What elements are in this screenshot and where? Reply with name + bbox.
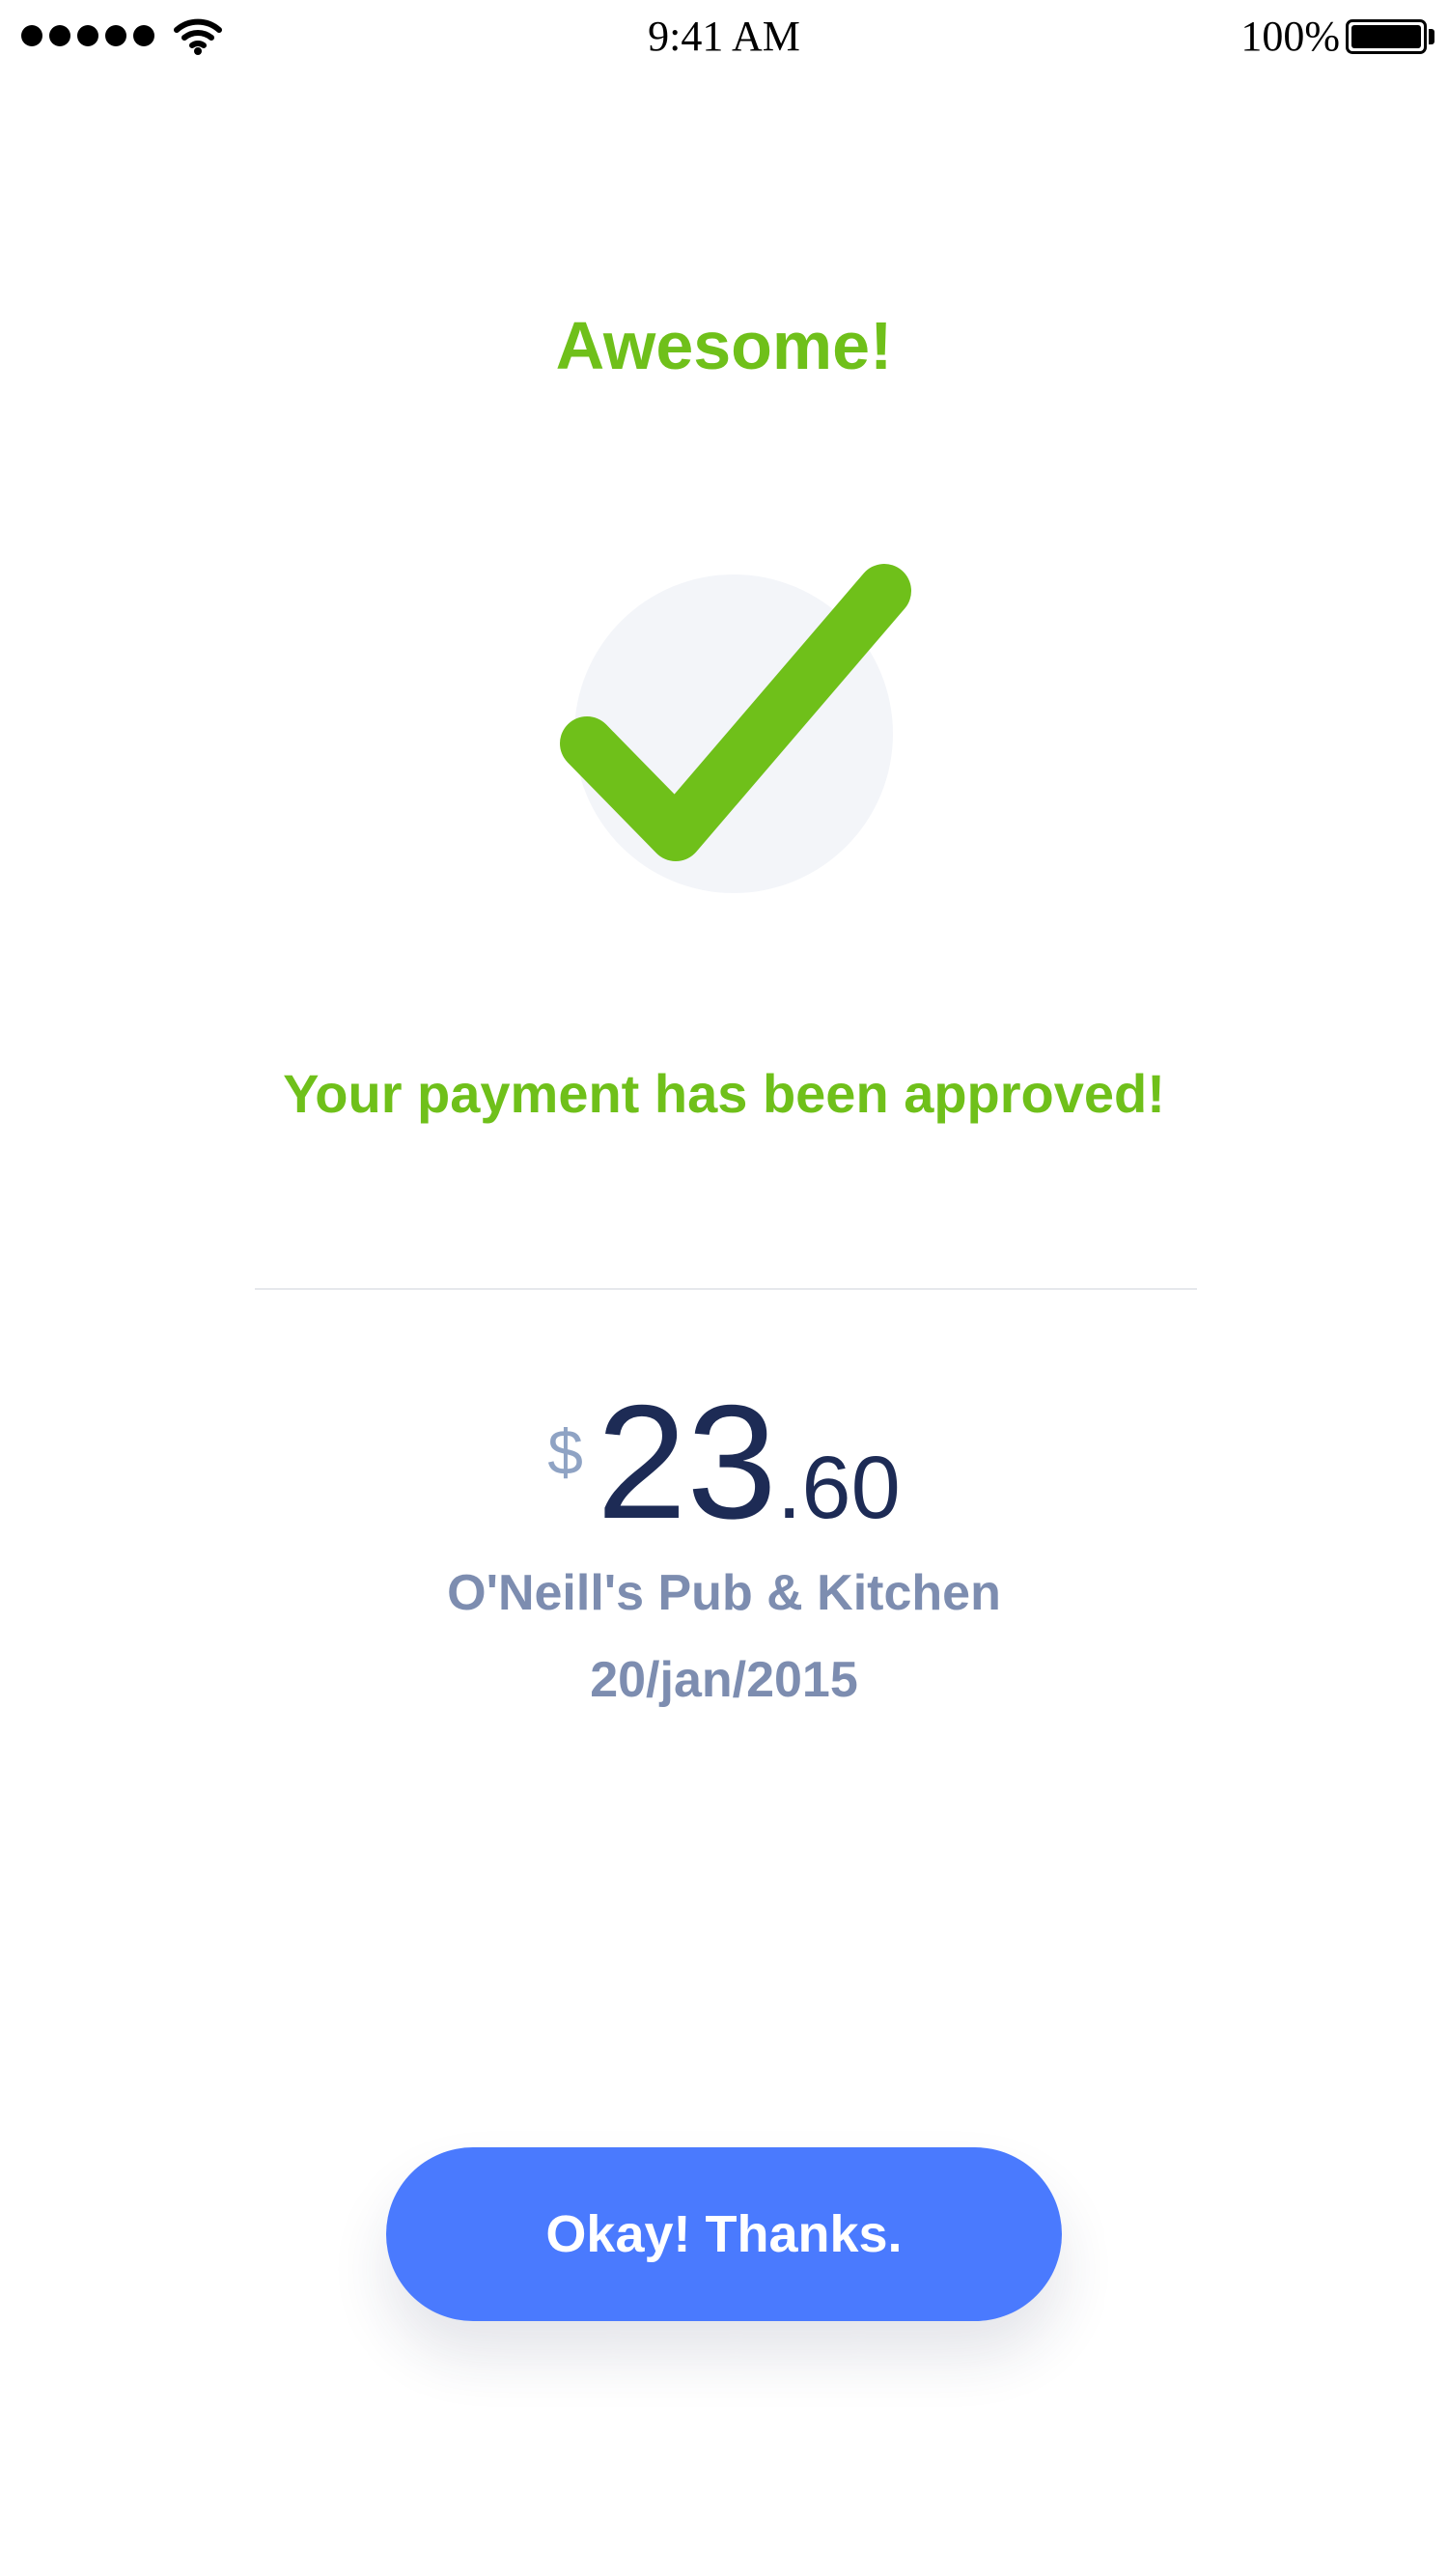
divider — [255, 1288, 1197, 1290]
merchant-name: O'Neill's Pub & Kitchen — [447, 1565, 1001, 1621]
confirm-button[interactable]: Okay! Thanks. — [386, 2147, 1062, 2321]
battery-tip — [1429, 29, 1434, 44]
status-time: 9:41 AM — [648, 13, 800, 60]
battery-icon — [1346, 19, 1427, 54]
payment-amount: $23.60 — [0, 1381, 1448, 1543]
amount-whole: 23 — [596, 1371, 777, 1553]
status-bar: 9:41 AM 100% — [0, 0, 1448, 77]
battery-percent: 100% — [1240, 13, 1340, 60]
success-headline: Awesome! — [555, 308, 893, 383]
approval-message: Your payment has been approved! — [283, 1063, 1165, 1124]
payment-date: 20/jan/2015 — [590, 1652, 858, 1708]
currency-symbol: $ — [547, 1416, 583, 1488]
checkmark-icon — [560, 564, 911, 893]
amount-cents: .60 — [776, 1439, 901, 1537]
